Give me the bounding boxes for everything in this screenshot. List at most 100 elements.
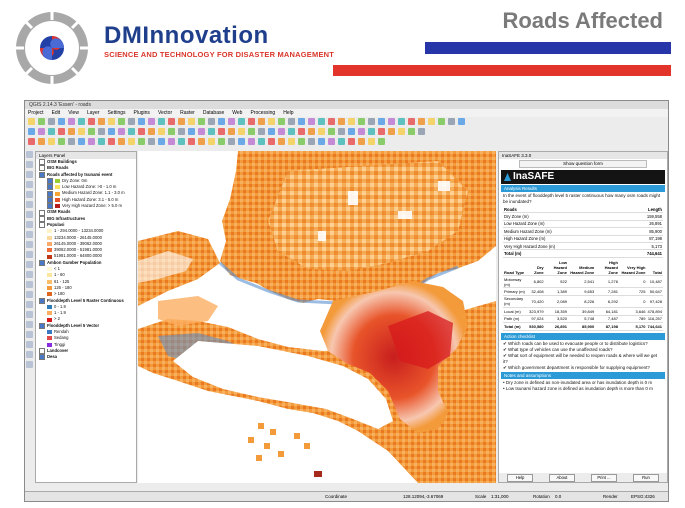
toolbar-tool-icon[interactable] <box>348 138 355 145</box>
toolbar-tool-icon[interactable] <box>398 118 405 125</box>
toolbar-tool-icon[interactable] <box>78 128 85 135</box>
toolbar-tool-icon[interactable] <box>338 138 345 145</box>
toolbar-tool-icon[interactable] <box>198 118 205 125</box>
toolbar-tool-icon[interactable] <box>48 128 55 135</box>
layer-visibility-checkbox[interactable] <box>47 178 53 185</box>
toolbar-tool-icon[interactable] <box>198 128 205 135</box>
layer-visibility-checkbox[interactable] <box>47 203 53 210</box>
toolbar-tool-icon[interactable] <box>88 138 95 145</box>
toolbar-tool-icon[interactable] <box>238 128 245 135</box>
toolbar-tool-icon[interactable] <box>458 118 465 125</box>
toolbar-tool-icon[interactable] <box>258 128 265 135</box>
toolbar-tool-icon[interactable] <box>378 128 385 135</box>
toolbar-tool-icon[interactable] <box>28 118 35 125</box>
print-button[interactable]: Print ... <box>591 473 617 482</box>
toolbar-tool-icon[interactable] <box>128 118 135 125</box>
help-button[interactable]: Help <box>507 473 533 482</box>
layer-item[interactable]: Desa <box>36 354 136 361</box>
toolbar-tool-icon[interactable] <box>358 138 365 145</box>
toolbar-tool-icon[interactable] <box>208 118 215 125</box>
toolbar-tool-icon[interactable] <box>128 138 135 145</box>
map-canvas[interactable] <box>138 151 496 483</box>
toolbar-tool-icon[interactable] <box>168 128 175 135</box>
layer-visibility-checkbox[interactable] <box>39 348 45 355</box>
toolbar-tool-icon[interactable] <box>408 128 415 135</box>
toolbar-tool-icon[interactable] <box>78 118 85 125</box>
toolbar-tool-icon[interactable] <box>388 118 395 125</box>
side-tool-icon[interactable] <box>26 331 33 338</box>
toolbar-tool-icon[interactable] <box>308 138 315 145</box>
toolbar-tool-icon[interactable] <box>178 138 185 145</box>
toolbar-tool-icon[interactable] <box>408 118 415 125</box>
toolbar-tool-icon[interactable] <box>268 128 275 135</box>
toolbar-tool-icon[interactable] <box>108 128 115 135</box>
toolbar-tool-icon[interactable] <box>398 128 405 135</box>
toolbar-tool-icon[interactable] <box>238 118 245 125</box>
toolbar-tool-icon[interactable] <box>78 138 85 145</box>
toolbar-tool-icon[interactable] <box>58 138 65 145</box>
toolbar-tool-icon[interactable] <box>328 138 335 145</box>
menu-edit[interactable]: Edit <box>52 109 61 117</box>
layer-visibility-checkbox[interactable] <box>39 259 45 266</box>
toolbar-tool-icon[interactable] <box>188 118 195 125</box>
toolbar-tool-icon[interactable] <box>248 128 255 135</box>
side-tool-icon[interactable] <box>26 261 33 268</box>
toolbar-tool-icon[interactable] <box>358 118 365 125</box>
toolbar-tool-icon[interactable] <box>38 128 45 135</box>
toolbar-tool-icon[interactable] <box>318 118 325 125</box>
toolbar-tool-icon[interactable] <box>138 128 145 135</box>
layer-visibility-checkbox[interactable] <box>39 209 45 216</box>
toolbar-tool-icon[interactable] <box>268 118 275 125</box>
side-tool-icon[interactable] <box>26 321 33 328</box>
toolbar-tool-icon[interactable] <box>348 118 355 125</box>
toolbar-tool-icon[interactable] <box>148 128 155 135</box>
side-tool-icon[interactable] <box>26 361 33 368</box>
toolbar-tool-icon[interactable] <box>268 138 275 145</box>
side-tool-icon[interactable] <box>26 291 33 298</box>
toolbar-tool-icon[interactable] <box>68 118 75 125</box>
toolbar-tool-icon[interactable] <box>118 138 125 145</box>
toolbar-tool-icon[interactable] <box>168 118 175 125</box>
toolbar-tool-icon[interactable] <box>58 128 65 135</box>
toolbar-tool-icon[interactable] <box>218 128 225 135</box>
toolbar-tool-icon[interactable] <box>98 128 105 135</box>
toolbar-tool-icon[interactable] <box>118 118 125 125</box>
toolbar-tool-icon[interactable] <box>48 118 55 125</box>
toolbar-tool-icon[interactable] <box>348 128 355 135</box>
layer-visibility-checkbox[interactable] <box>39 222 45 229</box>
side-tool-icon[interactable] <box>26 181 33 188</box>
toolbar-tool-icon[interactable] <box>368 118 375 125</box>
run-button[interactable]: Run <box>633 473 659 482</box>
toolbar-tool-icon[interactable] <box>198 138 205 145</box>
toolbar-tool-icon[interactable] <box>88 128 95 135</box>
side-tool-icon[interactable] <box>26 271 33 278</box>
toolbar-tool-icon[interactable] <box>28 138 35 145</box>
side-tool-icon[interactable] <box>26 311 33 318</box>
side-tool-icon[interactable] <box>26 151 33 158</box>
menu-plugins[interactable]: Plugins <box>134 109 150 117</box>
side-tool-icon[interactable] <box>26 201 33 208</box>
toolbar-tool-icon[interactable] <box>298 118 305 125</box>
rotation-value[interactable]: 0.0 <box>555 492 561 501</box>
toolbar-tool-icon[interactable] <box>208 128 215 135</box>
toolbar-tool-icon[interactable] <box>258 138 265 145</box>
toolbar-tool-icon[interactable] <box>28 128 35 135</box>
toolbar-tool-icon[interactable] <box>248 138 255 145</box>
toolbar-tool-icon[interactable] <box>338 118 345 125</box>
toolbar-tool-icon[interactable] <box>188 138 195 145</box>
toolbar-tool-icon[interactable] <box>228 128 235 135</box>
side-tool-icon[interactable] <box>26 231 33 238</box>
toolbar-tool-icon[interactable] <box>448 118 455 125</box>
menu-settings[interactable]: Settings <box>107 109 125 117</box>
toolbar-tool-icon[interactable] <box>88 118 95 125</box>
side-tool-icon[interactable] <box>26 281 33 288</box>
toolbar-tool-icon[interactable] <box>218 138 225 145</box>
toolbar-tool-icon[interactable] <box>358 128 365 135</box>
toolbar-tool-icon[interactable] <box>318 128 325 135</box>
toolbar-tool-icon[interactable] <box>58 118 65 125</box>
layer-visibility-checkbox[interactable] <box>39 171 45 178</box>
about-button[interactable]: About <box>549 473 575 482</box>
toolbar-tool-icon[interactable] <box>318 138 325 145</box>
menu-processing[interactable]: Processing <box>250 109 275 117</box>
toolbar-tool-icon[interactable] <box>368 138 375 145</box>
